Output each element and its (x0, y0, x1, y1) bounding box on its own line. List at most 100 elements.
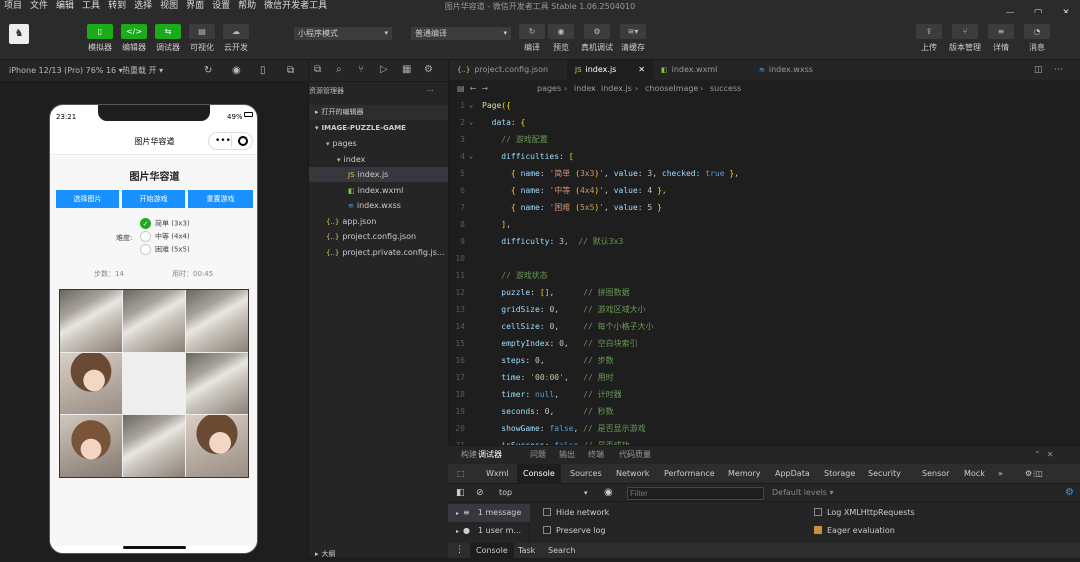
avatar[interactable]: ♞ (9, 24, 29, 44)
menu-item[interactable]: 帮助 (234, 0, 260, 13)
tab-search[interactable]: Search (548, 543, 575, 558)
more-icon[interactable]: ••• (215, 133, 231, 149)
menu-item[interactable]: 转到 (104, 0, 130, 13)
close-icon[interactable]: ✕ (638, 60, 645, 80)
files-icon[interactable]: ⧉ (314, 64, 321, 75)
puzzle-tile[interactable] (186, 352, 248, 415)
editor-tab[interactable]: JS index.js ✕ (567, 60, 653, 80)
puzzle-tile[interactable] (186, 415, 248, 477)
menu-item[interactable]: 选择 (130, 0, 156, 13)
reset-game-button[interactable]: 重置游戏 (188, 190, 253, 208)
devtools-tab[interactable]: » (998, 464, 1003, 484)
choose-image-button[interactable]: 选择图片 (56, 190, 119, 208)
more-icon[interactable]: ··· (1054, 65, 1063, 75)
file-tree-item[interactable]: ▾ pages (309, 136, 449, 151)
devtools-tab[interactable]: Console (517, 464, 561, 484)
context-select[interactable]: top (499, 484, 512, 502)
devtools-tab[interactable]: Storage (824, 464, 855, 484)
back-arrow-icon[interactable]: ← (470, 84, 477, 93)
breadcrumb-item[interactable]: index.js (601, 80, 632, 97)
menu-item[interactable]: 微信开发者工具 (260, 0, 331, 13)
layout-icon[interactable]: ▤ (457, 84, 465, 93)
popout-icon[interactable]: ⧉ (287, 60, 294, 82)
radio-medium[interactable]: 中等 (4x4) (140, 231, 190, 242)
hide-network-checkbox[interactable]: Hide network (543, 507, 609, 519)
eye-icon[interactable]: ◉ (604, 484, 613, 502)
menu-item[interactable]: 界面 (182, 0, 208, 13)
filter-input[interactable] (627, 487, 764, 500)
device-select[interactable]: iPhone 12/13 (Pro) 76% 16 ▾ (9, 60, 123, 82)
devtools-tab[interactable]: Security (868, 464, 901, 484)
devtools-top-tab[interactable]: 输出 (559, 446, 575, 464)
log-xhr-checkbox[interactable]: Log XMLHttpRequests (814, 507, 915, 519)
messages-filter[interactable]: ▸ ≡ 1 message (448, 504, 530, 522)
more-icon[interactable]: ⋮ (455, 543, 464, 558)
editor-tab[interactable]: ≋ index.wxss (751, 60, 841, 80)
clear-cache-button[interactable]: ≋▾ 清缓存 (616, 24, 650, 53)
stop-icon[interactable]: ◉ (232, 60, 241, 82)
forward-arrow-icon[interactable]: → (481, 84, 488, 93)
project-section[interactable]: ▾ IMAGE-PUZZLE-GAME (309, 121, 449, 136)
dock-icon[interactable]: ◫ (1035, 464, 1043, 484)
search-icon[interactable]: ⌕ (336, 64, 342, 75)
breadcrumb-item[interactable]: chooseImage (645, 80, 698, 97)
user-messages-filter[interactable]: ▸ ● 1 user m... (448, 522, 530, 540)
radio-hard[interactable]: 困难 (5x5) (140, 244, 190, 255)
phone-icon[interactable]: ▯ (260, 60, 266, 82)
devtools-tab[interactable]: Sources (570, 464, 602, 484)
split-editor-icon[interactable]: ◫ (1034, 65, 1043, 75)
menu-item[interactable]: 工具 (78, 0, 104, 13)
clear-icon[interactable]: ⊘ (476, 484, 484, 502)
devtools-tab[interactable]: Performance (664, 464, 715, 484)
puzzle-tile[interactable] (123, 290, 185, 352)
debug-icon[interactable]: ▷ (380, 64, 388, 75)
settings-icon[interactable]: ⚙ (1065, 484, 1074, 502)
inspect-icon[interactable]: ⬚ (457, 464, 465, 484)
start-game-button[interactable]: 开始游戏 (122, 190, 185, 208)
messages-button[interactable]: ◔ 消息 (1020, 24, 1054, 53)
file-tree-item[interactable]: ≋ index.wxss (309, 198, 449, 213)
mode-select[interactable]: 小程序模式 ▾ (294, 27, 392, 40)
menu-item[interactable]: 设置 (208, 0, 234, 13)
editor-tab[interactable]: ◧ index.wxml (653, 60, 751, 80)
fold-icon[interactable]: ⌄ (469, 148, 473, 165)
editor-tab[interactable]: {..} project.config.json (449, 60, 567, 80)
devtools-top-tab[interactable]: 调试器 (478, 446, 502, 465)
code-area[interactable]: 1 ⌄ Page({2 ⌄ data: {3 // 游戏配置 4 ⌄ difficulti… (449, 97, 1080, 445)
file-tree-item[interactable]: {..} project.private.config.js... (309, 245, 449, 260)
preserve-log-checkbox[interactable]: Preserve log (543, 525, 606, 537)
more-icon[interactable]: ⚙ (424, 64, 433, 75)
cloud-button[interactable]: ☁ 云开发 (219, 24, 253, 53)
open-editors-section[interactable]: ▸ 打开的编辑器 (309, 105, 449, 120)
extensions-icon[interactable]: ▦ (402, 64, 411, 75)
source-control-icon[interactable]: ⑂ (358, 64, 364, 75)
puzzle-tile[interactable] (123, 415, 185, 477)
file-tree-item[interactable]: ▾ index (309, 152, 449, 167)
menu-item[interactable]: 编辑 (52, 0, 78, 13)
tab-console[interactable]: Console (470, 543, 514, 558)
refresh-icon[interactable]: ↻ (204, 60, 212, 82)
puzzle-tile[interactable] (60, 290, 122, 352)
menu-item[interactable]: 文件 (26, 0, 52, 13)
tab-task[interactable]: Task (518, 543, 535, 558)
devtools-top-tab[interactable]: 代码质量 (619, 446, 651, 464)
sidebar-toggle-icon[interactable]: ◧ (456, 484, 465, 502)
hot-reload-select[interactable]: 热重载 开 ▾ (122, 60, 163, 82)
devtools-top-tab[interactable]: 问题 (530, 446, 546, 464)
devtools-top-tab[interactable]: 构建 (461, 446, 477, 464)
close-circle-icon[interactable] (238, 136, 248, 146)
devtools-tab[interactable]: Sensor (922, 464, 949, 484)
devtools-tab[interactable]: AppData (775, 464, 810, 484)
devtools-tab[interactable]: Wxml (486, 464, 509, 484)
close-icon[interactable]: ✕ (1047, 446, 1054, 464)
menu-item[interactable]: 视图 (156, 0, 182, 13)
file-tree-item[interactable]: {..} project.config.json (309, 229, 449, 244)
fold-icon[interactable]: ⌄ (469, 97, 473, 114)
devtools-tab[interactable]: Mock (964, 464, 985, 484)
menu-item[interactable]: 项目 (0, 0, 26, 13)
file-tree-item[interactable]: ◧ index.wxml (309, 183, 449, 198)
breadcrumb-item[interactable]: success (710, 80, 741, 97)
file-tree-item[interactable]: JS index.js (309, 167, 449, 182)
more-icon[interactable]: ··· (427, 84, 434, 99)
devtools-tab[interactable]: Network (616, 464, 649, 484)
